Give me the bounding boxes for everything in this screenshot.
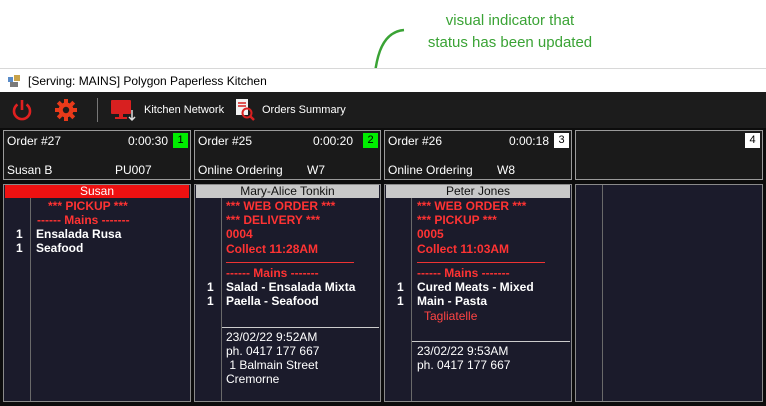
item-qty: 1 xyxy=(207,280,214,294)
window-titlebar: [Serving: MAINS] Polygon Paperless Kitch… xyxy=(0,68,766,93)
collect-time: Collect 11:03AM xyxy=(417,242,510,256)
customer-name-bar: Peter Jones xyxy=(386,185,570,198)
item-modifier: Tagliatelle xyxy=(424,309,478,323)
app-icon xyxy=(8,75,20,87)
toolbar: Kitchen Network Orders Summary xyxy=(0,92,766,128)
power-button[interactable] xyxy=(10,97,34,123)
kitchen-network-label: Kitchen Network xyxy=(144,104,225,116)
order-type-line: *** DELIVERY *** xyxy=(226,213,321,227)
customer-phone: ph. 0417 177 667 xyxy=(417,358,511,372)
settings-button[interactable] xyxy=(54,97,78,123)
item-qty: 1 xyxy=(16,241,23,255)
power-icon xyxy=(12,100,32,121)
order-timer: 0:00:18 xyxy=(508,134,549,148)
orders-summary-button[interactable]: Orders Summary xyxy=(234,97,346,123)
item-name: Paella - Seafood xyxy=(226,294,319,308)
order-number: Order #25 xyxy=(198,134,253,148)
order-timer: 0:00:30 xyxy=(127,134,168,148)
course-header: ------ Mains ------- xyxy=(226,266,319,280)
slot-number-badge: 4 xyxy=(745,133,760,148)
order-type-line: *** WEB ORDER *** xyxy=(226,199,336,213)
item-qty: 1 xyxy=(397,280,404,294)
ticket-header-2[interactable]: Order #25 0:00:20 2 Online Ordering W7 xyxy=(194,130,381,180)
qty-column-divider xyxy=(602,185,603,401)
order-reference: PU007 xyxy=(115,163,152,177)
kitchen-network-button[interactable]: Kitchen Network xyxy=(110,97,224,123)
item-qty: 1 xyxy=(397,294,404,308)
order-customer: Susan B xyxy=(7,163,53,177)
item-name: Seafood xyxy=(36,241,84,255)
ticket-header-4[interactable]: 4 xyxy=(575,130,763,180)
course-header: ------ Mains ------- xyxy=(37,213,130,227)
ticket-header-3[interactable]: Order #26 0:00:18 3 Online Ordering W8 xyxy=(384,130,572,180)
order-datetime: 23/02/22 9:53AM xyxy=(417,344,509,358)
annotation-callout: visual indicator that status has been up… xyxy=(400,10,620,54)
separator-line xyxy=(417,262,545,263)
separator-line xyxy=(226,262,354,263)
order-code: 0004 xyxy=(226,227,253,241)
collect-time: Collect 11:28AM xyxy=(226,242,319,256)
order-reference: W8 xyxy=(497,163,515,177)
orders-summary-label: Orders Summary xyxy=(262,104,346,116)
course-header: ------ Mains ------- xyxy=(417,266,510,280)
slot-number-badge: 1 xyxy=(173,133,188,148)
order-type-line: *** WEB ORDER *** xyxy=(417,199,527,213)
order-timer: 0:00:20 xyxy=(312,134,353,148)
customer-phone: ph. 0417 177 667 xyxy=(226,344,320,358)
gear-icon xyxy=(55,99,77,121)
footer-separator xyxy=(222,327,379,328)
ticket-body-3[interactable]: Peter Jones *** WEB ORDER *** *** PICKUP… xyxy=(384,184,572,402)
ticket-header-1[interactable]: Order #27 0:00:30 1 Susan B PU007 xyxy=(3,130,191,180)
qty-column-divider xyxy=(411,198,412,401)
toolbar-separator xyxy=(97,98,98,122)
customer-name-bar: Susan xyxy=(5,185,189,198)
order-customer: Online Ordering xyxy=(198,163,283,177)
customer-name-bar: Mary-Alice Tonkin xyxy=(196,185,379,198)
order-number: Order #27 xyxy=(7,134,62,148)
ticket-body-1[interactable]: Susan *** PICKUP *** ------ Mains ------… xyxy=(3,184,191,402)
slot-number-badge: 2 xyxy=(363,133,378,148)
ticket-body-2[interactable]: Mary-Alice Tonkin *** WEB ORDER *** *** … xyxy=(194,184,381,402)
annotation-line-2: status has been updated xyxy=(427,34,593,51)
item-name: Main - Pasta xyxy=(417,294,488,308)
order-type-line: *** PICKUP *** xyxy=(417,213,497,227)
item-name: Salad - Ensalada Mixta xyxy=(226,280,356,294)
slot-number-badge: 3 xyxy=(554,133,569,148)
item-name: Cured Meats - Mixed xyxy=(417,280,534,294)
network-monitor-icon xyxy=(111,100,136,122)
item-name: Ensalada Rusa xyxy=(36,227,122,241)
qty-column-divider xyxy=(221,198,222,401)
order-number: Order #26 xyxy=(388,134,443,148)
order-customer: Online Ordering xyxy=(388,163,473,177)
customer-address: 1 Balmain Street xyxy=(226,358,319,372)
kitchen-display: Kitchen Network Orders Summary Order #27… xyxy=(0,92,766,406)
order-type-line: *** PICKUP *** xyxy=(48,199,128,213)
order-datetime: 23/02/22 9:52AM xyxy=(226,330,318,344)
footer-separator xyxy=(412,341,570,342)
item-qty: 1 xyxy=(16,227,23,241)
orders-search-icon xyxy=(236,99,255,121)
order-code: 0005 xyxy=(417,227,444,241)
ticket-body-4[interactable] xyxy=(575,184,763,402)
item-qty: 1 xyxy=(207,294,214,308)
window-title: [Serving: MAINS] Polygon Paperless Kitch… xyxy=(28,74,267,88)
order-reference: W7 xyxy=(307,163,325,177)
annotation-line-1: visual indicator that xyxy=(445,12,575,29)
customer-suburb: Cremorne xyxy=(226,372,280,386)
qty-column-divider xyxy=(30,198,31,401)
